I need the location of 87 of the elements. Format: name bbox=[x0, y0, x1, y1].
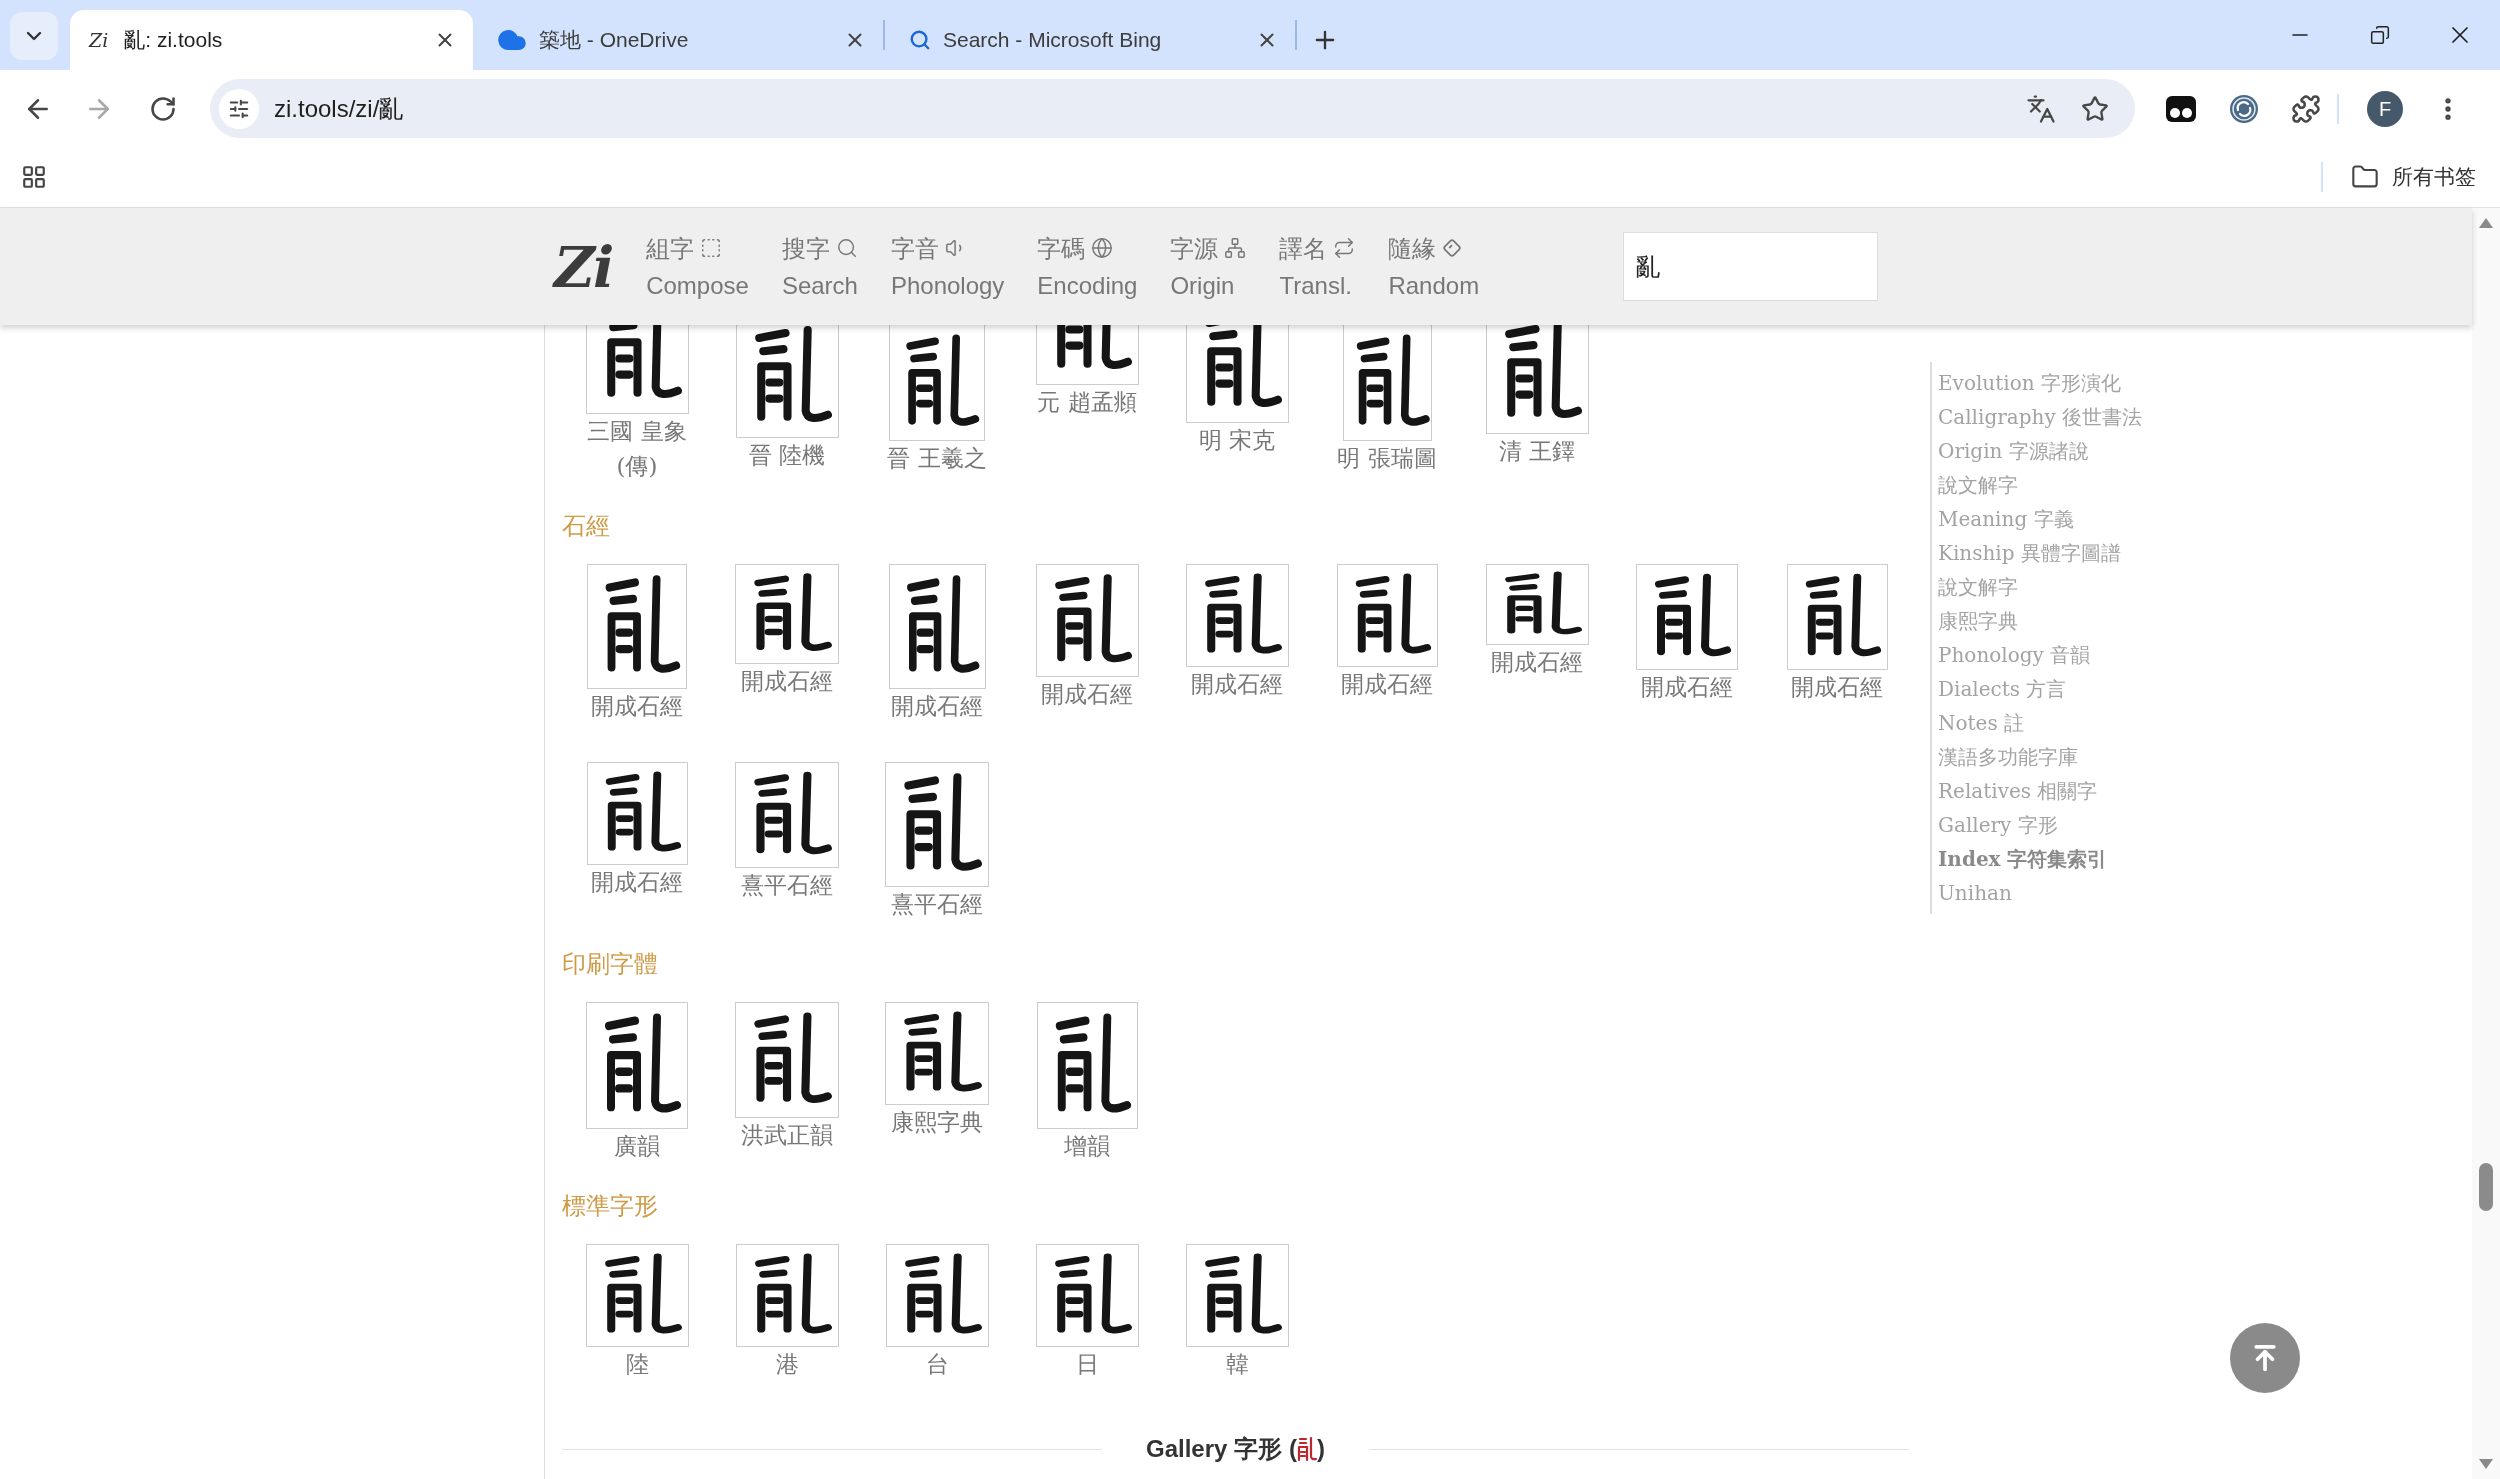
image-caption: 陸 bbox=[624, 1350, 650, 1379]
toc-link[interactable]: Notes 註 bbox=[1938, 706, 2143, 740]
image-caption: 開成石經 bbox=[1190, 670, 1284, 699]
toc-link[interactable]: Meaning 字義 bbox=[1938, 502, 2143, 536]
toc-link[interactable]: Origin 字源諸說 bbox=[1938, 434, 2143, 468]
nav-link[interactable]: 搜字 Search bbox=[781, 229, 858, 304]
nav-link[interactable]: 組字 Compose bbox=[646, 229, 749, 304]
sync-icon[interactable] bbox=[2229, 93, 2259, 124]
image-caption: 開成石經 bbox=[590, 692, 684, 721]
toc-link[interactable]: Phonology 音韻 bbox=[1938, 638, 2143, 672]
toc-link[interactable]: Dialects 方言 bbox=[1938, 672, 2143, 706]
scrollbar-thumb[interactable] bbox=[2479, 1163, 2493, 1211]
bracket: ) bbox=[1317, 1434, 1326, 1464]
image-caption: 三國 皇象 (傳) bbox=[586, 417, 688, 481]
image-caption: 日 bbox=[1074, 1350, 1100, 1379]
toc-link[interactable]: Kinship 異體字圖譜 bbox=[1938, 536, 2143, 570]
scroll-down-icon[interactable] bbox=[2479, 1459, 2493, 1469]
hierarchy-icon bbox=[1224, 237, 1247, 259]
search-icon bbox=[835, 237, 858, 259]
bookmark-star-icon[interactable] bbox=[2081, 94, 2109, 123]
image-caption: 熹平石經 bbox=[740, 871, 834, 900]
dashed-square-icon bbox=[700, 237, 723, 259]
image-caption: 晉 陸機 bbox=[747, 441, 827, 470]
image-caption: 熹平石經 bbox=[890, 890, 984, 919]
image-caption: 開成石經 bbox=[590, 868, 684, 897]
image-caption: 台 bbox=[924, 1350, 950, 1379]
image-caption: 開成石經 bbox=[890, 692, 984, 721]
image-caption: 增韻 bbox=[1063, 1132, 1111, 1161]
tune-icon[interactable] bbox=[219, 88, 259, 129]
apps-grid-icon[interactable] bbox=[21, 164, 47, 190]
image-caption: 晉 王羲之 bbox=[886, 444, 988, 473]
nav-link[interactable]: 譯名 Transl. bbox=[1279, 229, 1356, 304]
image-caption: 開成石經 bbox=[1040, 680, 1134, 709]
eyes-icon[interactable] bbox=[2166, 95, 2196, 122]
toc-link[interactable]: Gallery 字形 bbox=[1938, 808, 2143, 842]
bracket: ( bbox=[1289, 1434, 1298, 1464]
browser-tab[interactable]: 築地 - OneDrive bbox=[473, 10, 883, 70]
toc-link[interactable]: Relatives 相關字 bbox=[1938, 774, 2143, 808]
extensions-icon[interactable] bbox=[2291, 93, 2321, 124]
browser-tab[interactable]: Search - Microsoft Bing bbox=[885, 10, 1295, 70]
toc-link[interactable]: Index 字符集索引 bbox=[1938, 842, 2143, 876]
scroll-up-icon[interactable] bbox=[2479, 218, 2493, 228]
image-caption: 港 bbox=[774, 1350, 800, 1379]
nav-link[interactable]: 字源 Origin bbox=[1170, 229, 1247, 304]
image-caption: 韓 bbox=[1224, 1350, 1250, 1379]
image-caption: 明 宋克 bbox=[1197, 426, 1277, 455]
toc-link[interactable]: Unihan bbox=[1938, 876, 2143, 910]
toc-link[interactable]: 漢語多功能字庫 bbox=[1938, 740, 2143, 774]
scrollbar-track[interactable] bbox=[2472, 208, 2500, 1479]
toc-link[interactable]: Calligraphy 後世書法 bbox=[1938, 400, 2143, 434]
nav-link[interactable]: 字音 Phonology bbox=[890, 229, 1005, 304]
image-caption: 開成石經 bbox=[740, 667, 834, 696]
image-caption: 明 張瑞圖 bbox=[1336, 444, 1438, 473]
image-caption: 廣韻 bbox=[613, 1132, 661, 1161]
browser-tab[interactable]: Zi 亂: zi.tools bbox=[70, 10, 473, 70]
profile-avatar[interactable]: F bbox=[2367, 90, 2403, 127]
globe-icon bbox=[1091, 237, 1114, 259]
image-caption: 開成石經 bbox=[1790, 673, 1884, 702]
image-caption: 清 王鐸 bbox=[1497, 437, 1577, 466]
search-field[interactable]: 亂 bbox=[1623, 232, 1878, 301]
section-heading: 印刷字體 bbox=[562, 949, 658, 980]
section-heading: 標準字形 bbox=[562, 1191, 658, 1222]
restore-icon[interactable] bbox=[2370, 25, 2390, 45]
image-caption: 康熙字典 bbox=[890, 1108, 984, 1137]
image-caption: 洪武正韻 bbox=[740, 1121, 834, 1150]
image-caption: 開成石經 bbox=[1340, 670, 1434, 699]
bookmarks-folder-link[interactable]: 所有书签 bbox=[2392, 161, 2476, 193]
toc-link[interactable]: 康熙字典 bbox=[1938, 604, 2143, 638]
seal-glyph-icon bbox=[1297, 1436, 1318, 1462]
repeat-icon bbox=[1333, 237, 1356, 259]
image-caption: 開成石經 bbox=[1640, 673, 1734, 702]
site-logo[interactable]: Zi bbox=[554, 238, 613, 295]
site-logo: Zi bbox=[89, 30, 109, 50]
url-text: zi.tools/zi/亂 bbox=[274, 93, 404, 124]
toc-link[interactable]: 說文解字 bbox=[1938, 570, 2143, 604]
translate-icon[interactable] bbox=[2026, 93, 2056, 124]
image-caption: 開成石經 bbox=[1490, 648, 1584, 677]
image-caption: 元 趙孟頫 bbox=[1036, 388, 1138, 417]
search-icon bbox=[909, 29, 931, 51]
reload-icon[interactable] bbox=[149, 94, 177, 123]
nav-link[interactable]: 隨緣 Random bbox=[1388, 229, 1480, 304]
toc-link[interactable]: Evolution 字形演化 bbox=[1938, 366, 2143, 400]
nav-link[interactable]: 字碼 Encoding bbox=[1037, 229, 1138, 304]
gallery-heading: Gallery 字形 bbox=[1145, 1434, 1283, 1464]
address-bar[interactable]: zi.tools/zi/亂 bbox=[210, 79, 2135, 138]
section-heading: 石經 bbox=[562, 511, 610, 542]
toc-link[interactable]: 說文解字 bbox=[1938, 468, 2143, 502]
